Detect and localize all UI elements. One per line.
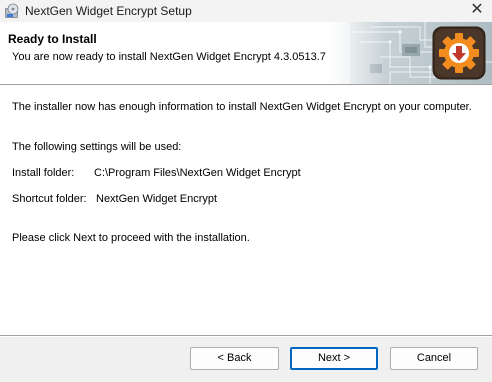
shortcut-folder-label: Shortcut folder: [12, 193, 87, 205]
install-folder-value: C:\Program Files\NextGen Widget Encrypt [94, 167, 301, 179]
window-title: NextGen Widget Encrypt Setup [25, 4, 192, 18]
close-icon[interactable]: ✕ [462, 0, 492, 22]
title-bar: NextGen Widget Encrypt Setup ✕ [0, 0, 492, 22]
install-folder-label: Install folder: [12, 167, 75, 179]
settings-heading: The following settings will be used: [12, 141, 182, 153]
page-subtitle: You are now ready to install NextGen Wid… [12, 51, 326, 63]
next-button[interactable]: Next > [290, 347, 378, 370]
header-banner: Ready to Install You are now ready to in… [0, 22, 492, 84]
page-title: Ready to Install [8, 32, 97, 46]
shortcut-folder-value: NextGen Widget Encrypt [96, 193, 218, 205]
instruction-text: Please click Next to proceed with the in… [12, 232, 250, 244]
intro-text: The installer now has enough information… [12, 101, 472, 113]
header-divider-highlight [0, 85, 492, 86]
cancel-button[interactable]: Cancel [390, 347, 478, 370]
back-button[interactable]: < Back [190, 347, 279, 370]
gear-download-icon [432, 26, 486, 80]
installer-disc-icon [5, 3, 19, 18]
